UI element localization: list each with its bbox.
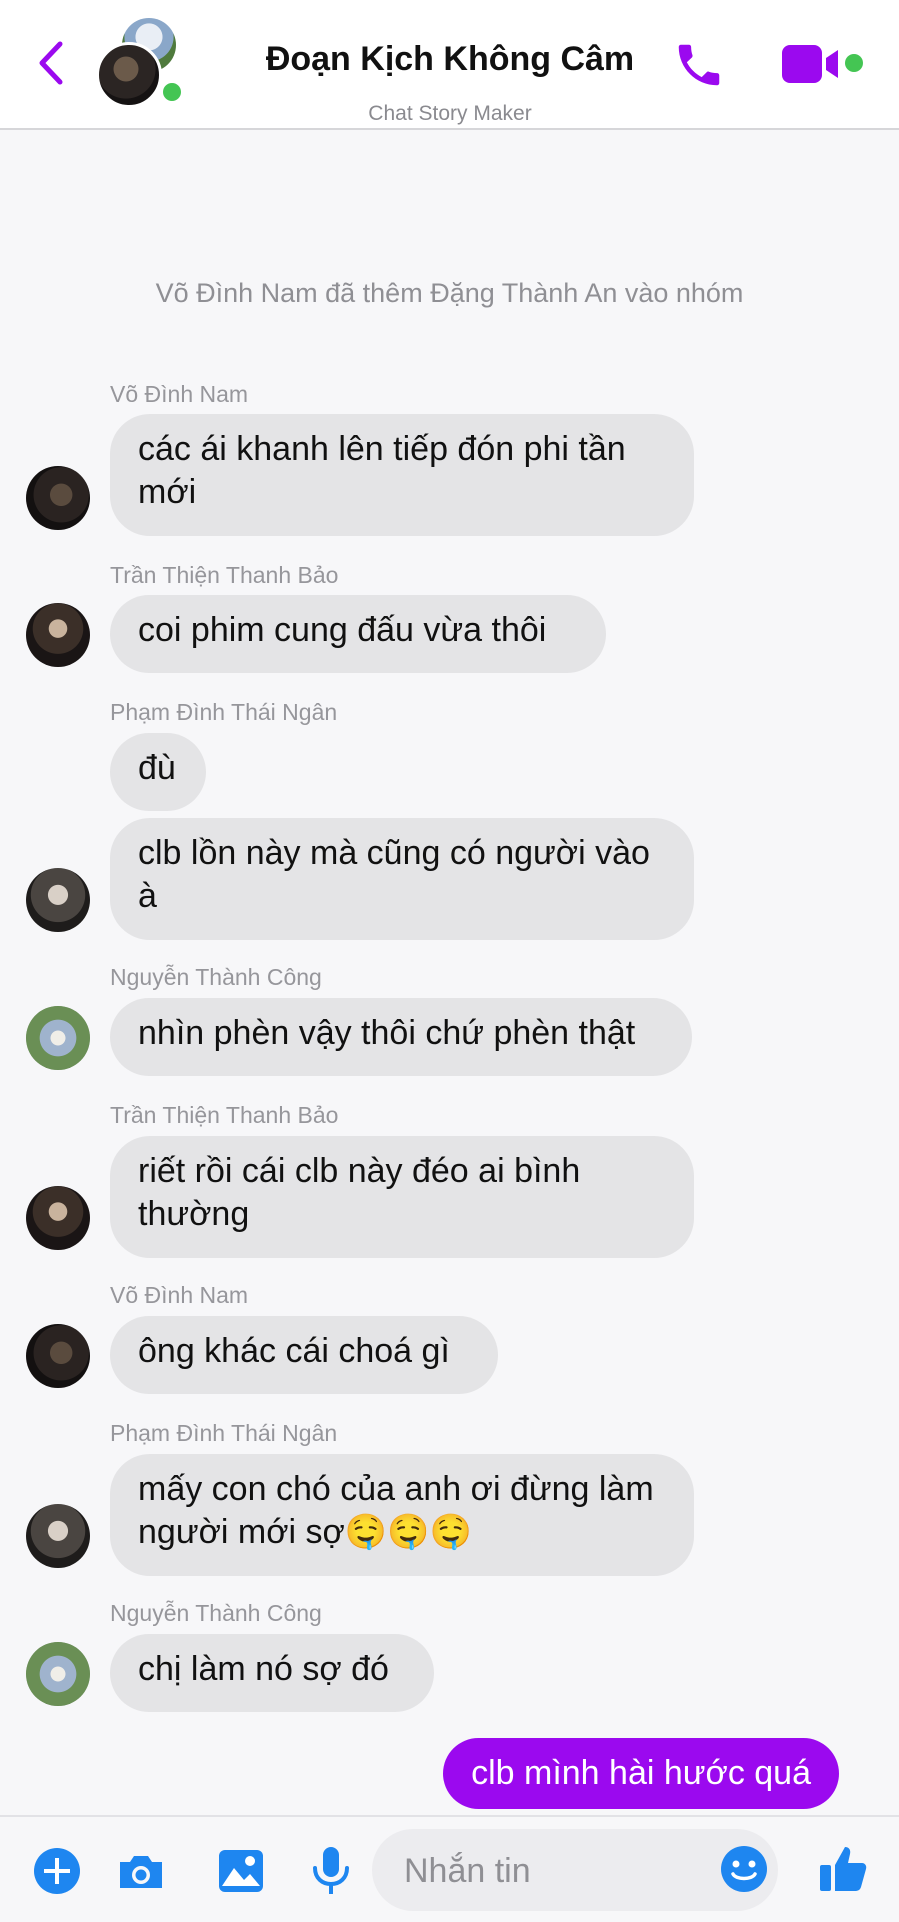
back-arrow-icon[interactable] [32,38,72,88]
sender-name: Trần Thiện Thanh Bảo [110,562,339,588]
online-status-dot [160,80,184,104]
sender-avatar[interactable] [26,868,90,932]
sender-avatar[interactable] [26,466,90,530]
microphone-icon[interactable] [304,1844,358,1898]
composer-bar [0,1815,899,1922]
sender-avatar[interactable] [26,1642,90,1706]
group-avatar-front [96,42,162,108]
group-avatar[interactable] [94,18,186,108]
plus-icon[interactable] [30,1844,84,1898]
sender-name: Phạm Đình Thái Ngân [110,699,338,725]
message-bubble[interactable]: coi phim cung đấu vừa thôi [110,595,606,673]
conversation-title[interactable]: Đoạn Kịch Không Câm [190,40,710,79]
conversation-subtitle: Chat Story Maker [368,102,532,125]
message-bubble[interactable]: clb lồn này mà cũng có người vào à [110,818,694,940]
video-active-dot [845,54,863,72]
camera-icon[interactable] [114,1844,168,1898]
sender-avatar[interactable] [26,603,90,667]
sender-name: Phạm Đình Thái Ngân [110,1420,338,1446]
message-bubble[interactable]: nhìn phèn vậy thôi chứ phèn thật [110,998,692,1076]
thumbs-up-icon[interactable] [816,1841,872,1897]
message-bubble[interactable]: chị làm nó sợ đó [110,1634,434,1712]
sender-avatar[interactable] [26,1324,90,1388]
message-bubble[interactable]: đù [110,733,206,811]
message-input[interactable] [402,1829,666,1913]
own-message-bubble[interactable]: clb mình hài hước quá [443,1738,839,1809]
sender-avatar[interactable] [26,1186,90,1250]
emoji-icon[interactable] [718,1843,770,1895]
sender-avatar[interactable] [26,1006,90,1070]
sender-name: Nguyễn Thành Công [110,1600,322,1626]
sender-name: Nguyễn Thành Công [110,964,322,990]
sender-name: Võ Đình Nam [110,1282,249,1308]
chat-header: Đoạn Kịch Không Câm Chat Story Maker [0,0,899,130]
message-bubble[interactable]: mấy con chó của anh ơi đừng làm người mớ… [110,1454,694,1576]
message-bubble[interactable]: ông khác cái choá gì [110,1316,498,1394]
sender-avatar[interactable] [26,1504,90,1568]
message-bubble[interactable]: các ái khanh lên tiếp đón phi tần mới [110,414,694,536]
phone-call-icon[interactable] [672,38,726,92]
message-bubble[interactable]: riết rồi cái clb này đéo ai bình thường [110,1136,694,1258]
message-list[interactable]: Võ Đình Nam đã thêm Đặng Thành An vào nh… [0,130,899,1815]
system-message: Võ Đình Nam đã thêm Đặng Thành An vào nh… [155,278,744,308]
sender-name: Trần Thiện Thanh Bảo [110,1102,339,1128]
image-icon[interactable] [214,1844,268,1898]
sender-name: Võ Đình Nam [110,381,249,407]
